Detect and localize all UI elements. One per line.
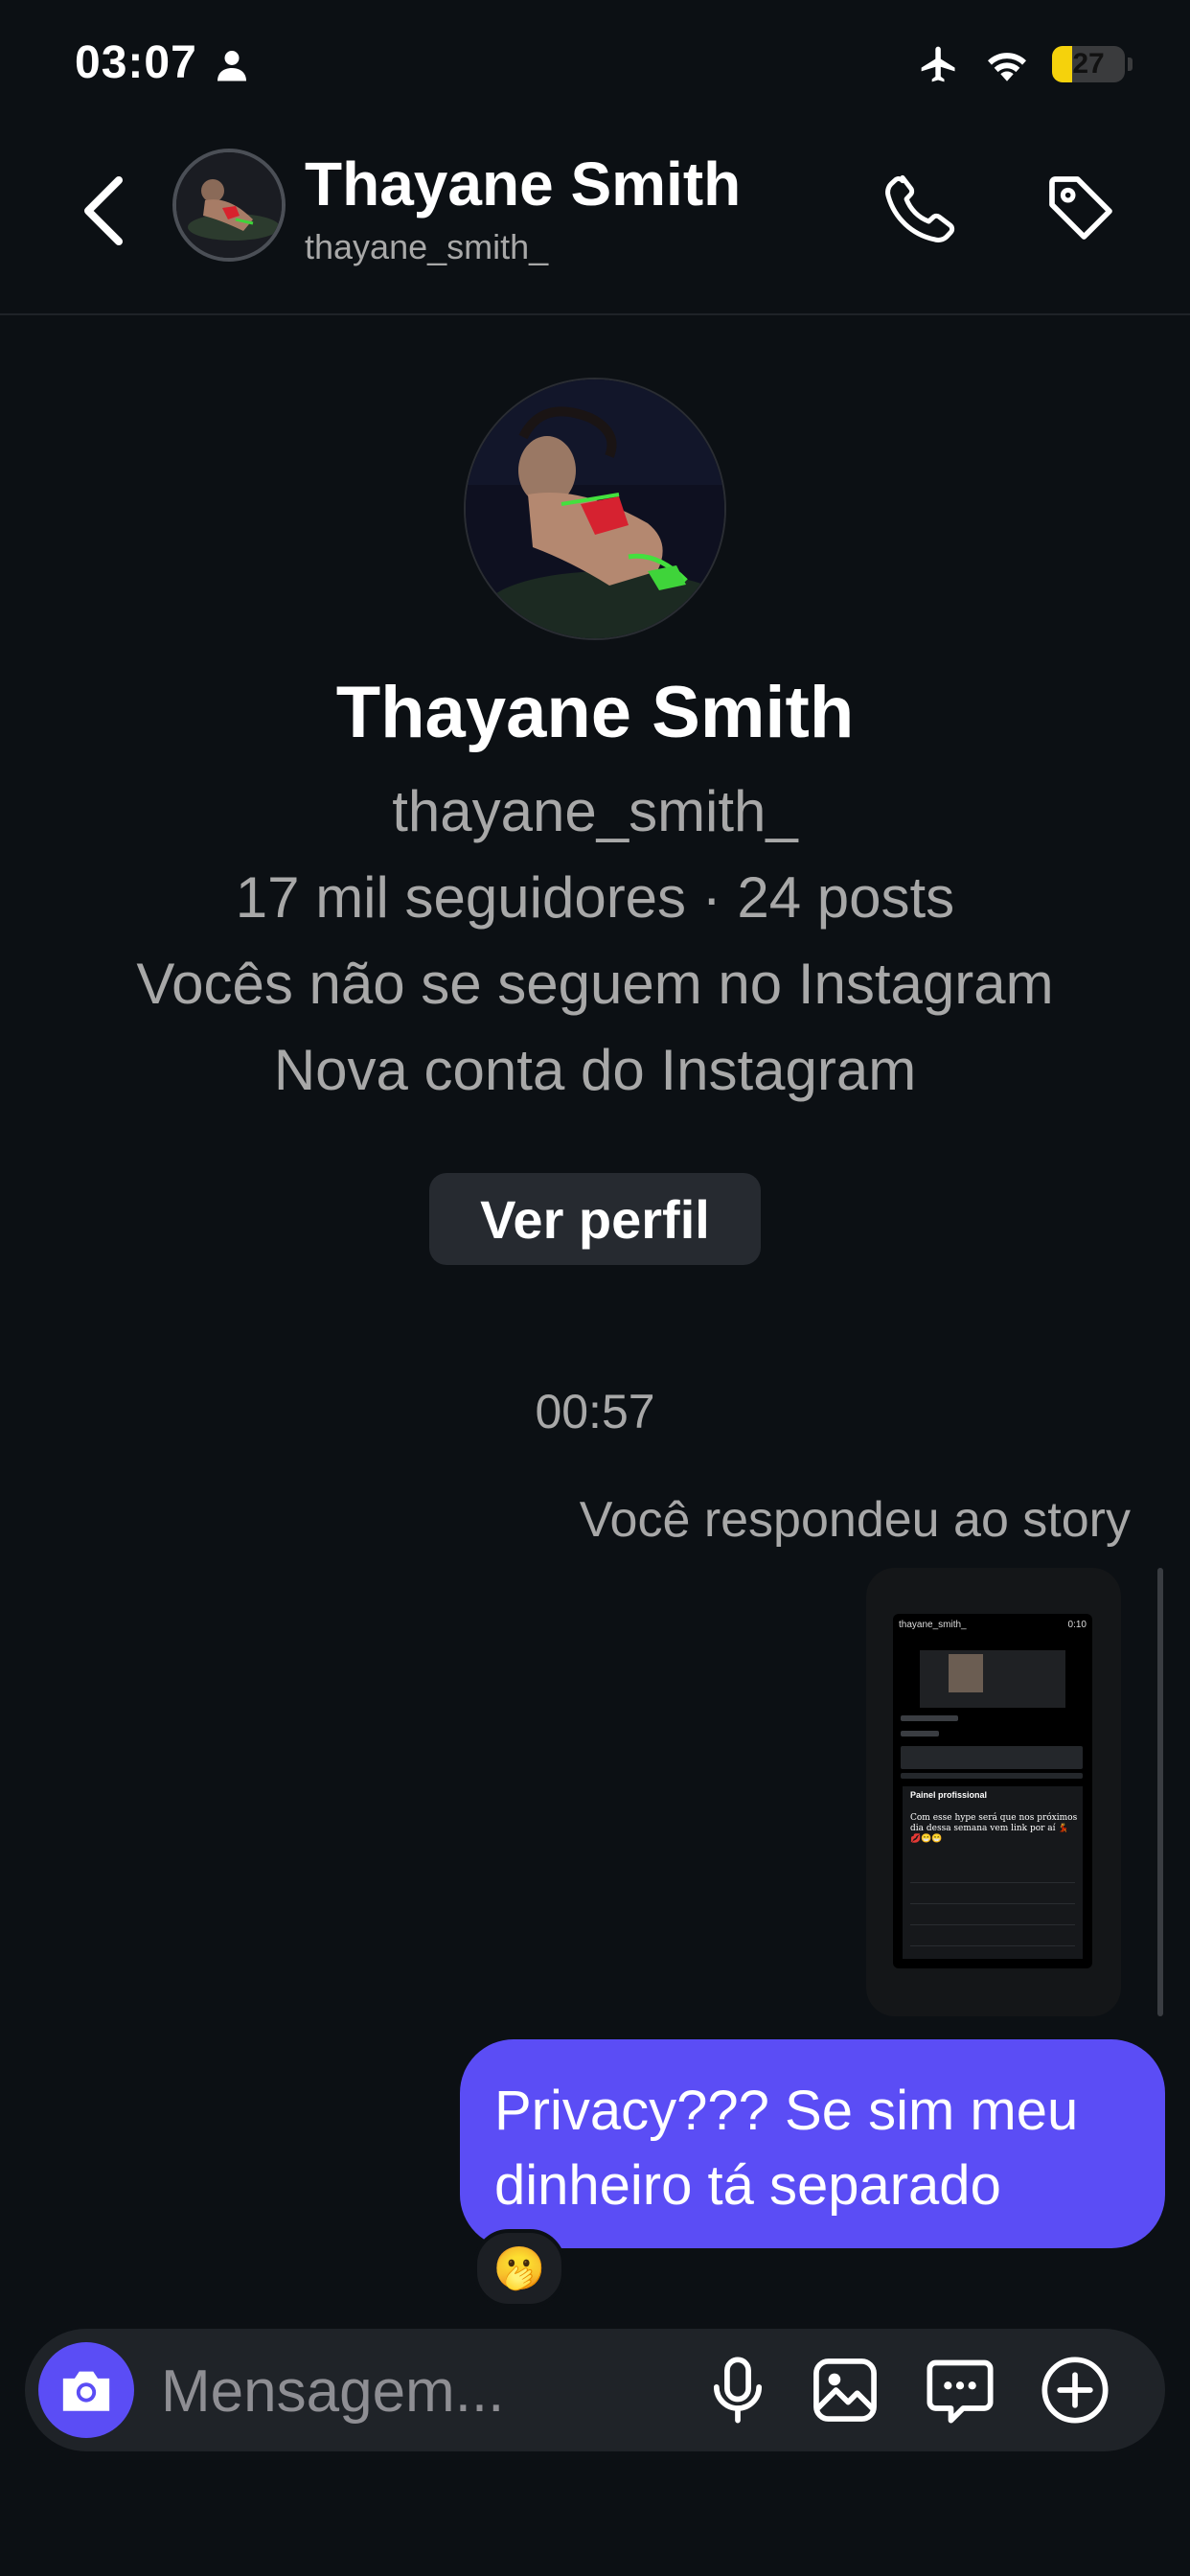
add-circle-icon[interactable] — [1039, 2354, 1111, 2426]
message-timestamp: 00:57 — [535, 1385, 655, 1438]
story-preview-row — [910, 1924, 1075, 1925]
story-preview-row — [910, 1945, 1075, 1946]
airplane-icon — [921, 46, 955, 82]
story-preview-panel: Painel profissional Com esse hype será q… — [903, 1786, 1083, 1959]
battery-indicator: 27 — [1052, 46, 1133, 82]
profile-name: Thayane Smith — [335, 672, 855, 753]
profile-stats: 17 mil seguidores · 24 posts — [235, 865, 955, 930]
microphone-icon[interactable] — [701, 2354, 774, 2426]
message-bubble-sent[interactable]: Privacy??? Se sim meu dinheiro tá separa… — [460, 2039, 1165, 2248]
battery-nub — [1128, 58, 1133, 71]
contact-name[interactable]: Thayane Smith — [305, 149, 741, 219]
tag-icon[interactable] — [1042, 170, 1119, 246]
story-preview-row — [910, 1882, 1075, 1883]
gallery-icon[interactable] — [809, 2354, 881, 2426]
follow-status: Vocês não se seguem no Instagram — [136, 952, 1054, 1016]
avatar-photo — [176, 152, 282, 258]
phone-icon[interactable] — [881, 170, 958, 246]
back-button[interactable] — [77, 172, 134, 249]
story-reply-thumbnail[interactable]: thayane_smith_ 0:10 Painel profissional … — [866, 1568, 1121, 2016]
story-preview-line — [901, 1773, 1083, 1779]
contact-username[interactable]: thayane_smith_ — [305, 227, 548, 267]
story-preview-username: thayane_smith_ — [899, 1620, 967, 1630]
camera-button[interactable] — [38, 2342, 134, 2438]
message-composer — [25, 2329, 1165, 2451]
story-preview-stat — [901, 1746, 1083, 1769]
account-note: Nova conta do Instagram — [273, 1038, 917, 1102]
message-text: Privacy??? Se sim meu dinheiro tá separa… — [494, 2080, 1079, 2217]
story-preview-header: thayane_smith_ 0:10 — [899, 1620, 1087, 1637]
story-preview-duration: 0:10 — [1067, 1620, 1087, 1630]
sticker-chat-icon[interactable] — [924, 2354, 996, 2426]
story-preview-caption: Com esse hype será que nos próximos dia … — [910, 1813, 1078, 1844]
battery-level: 27 — [1072, 48, 1105, 80]
camera-icon — [62, 2371, 110, 2411]
view-profile-button[interactable]: Ver perfil — [429, 1173, 761, 1265]
dm-conversation-screen: 03:07 27 Thayane Smith thayane_smith_ Th… — [0, 0, 1190, 2576]
story-preview-line — [901, 1715, 958, 1721]
message-reaction[interactable]: 🫢 — [473, 2229, 565, 2308]
header-avatar[interactable] — [172, 149, 286, 262]
message-input[interactable] — [159, 2352, 699, 2430]
wifi-icon — [988, 53, 1026, 81]
person-icon — [217, 51, 246, 81]
status-bar: 03:07 27 — [0, 0, 1190, 129]
profile-photo — [466, 380, 724, 638]
scrollbar[interactable] — [1157, 1568, 1163, 2016]
profile-username: thayane_smith_ — [392, 779, 798, 843]
status-time: 03:07 — [75, 37, 197, 88]
story-preview-post — [920, 1650, 1065, 1708]
chat-header: Thayane Smith thayane_smith_ — [0, 129, 1190, 315]
story-screenshot: thayane_smith_ 0:10 Painel profissional … — [893, 1614, 1092, 1968]
status-indicators: 27 — [916, 43, 1133, 85]
story-preview-row — [910, 1903, 1075, 1904]
story-preview-line — [901, 1731, 939, 1736]
battery-icon: 27 — [1052, 46, 1125, 82]
story-preview-panel-title: Painel profissional — [910, 1790, 988, 1800]
story-reply-label: Você respondeu ao story — [579, 1492, 1131, 1548]
profile-avatar[interactable] — [464, 378, 726, 640]
story-preview-thumb — [949, 1654, 983, 1692]
